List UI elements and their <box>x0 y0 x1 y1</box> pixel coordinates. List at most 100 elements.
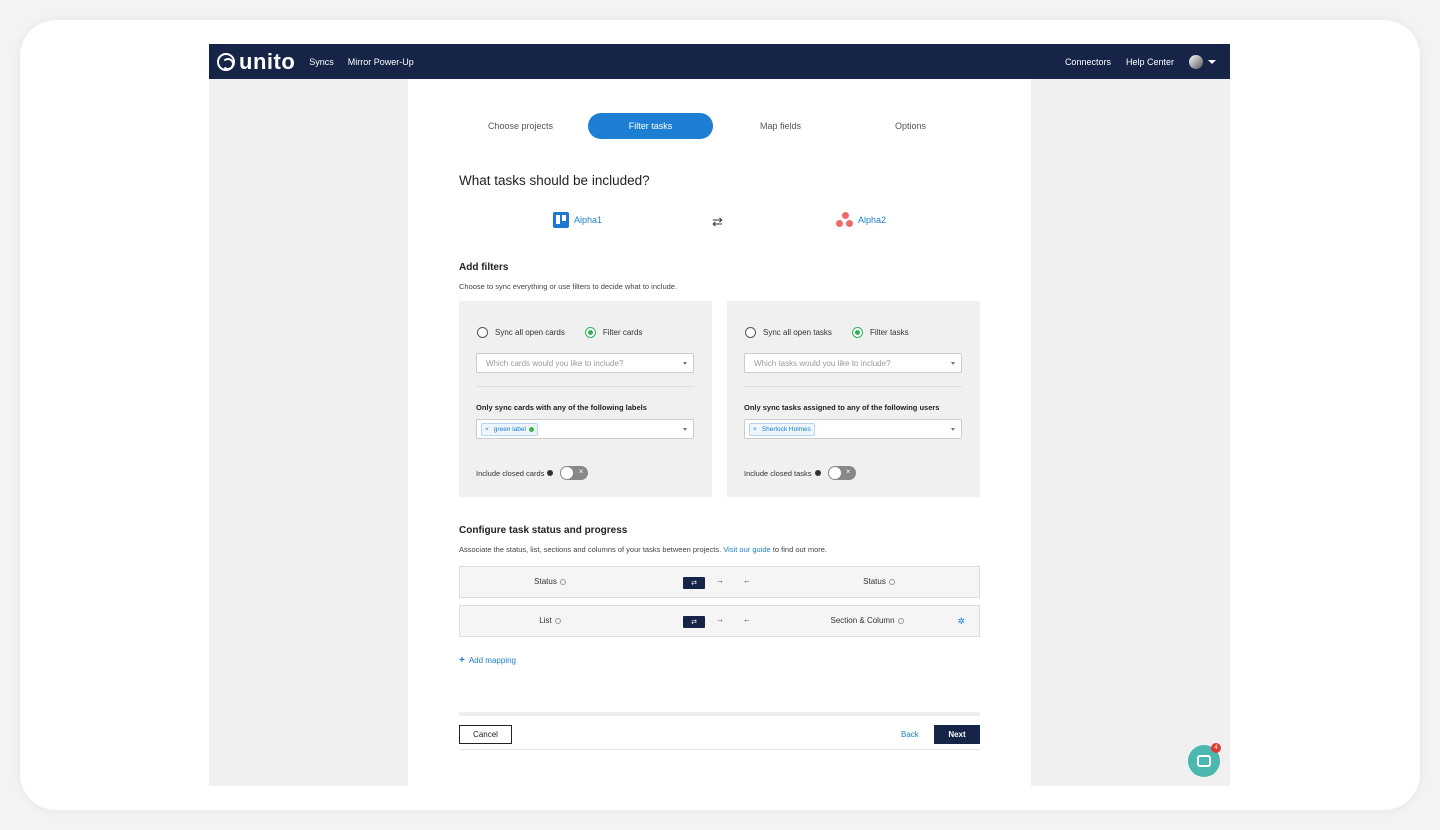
radio-filter-tasks[interactable] <box>851 327 863 338</box>
step-map-fields[interactable]: Map fields <box>718 113 843 139</box>
nav-mirror-power-up[interactable]: Mirror Power-Up <box>348 57 414 67</box>
footer-bottom-divider <box>459 749 980 750</box>
sync-arrows-icon: ⇄ <box>712 214 723 229</box>
help-icon[interactable] <box>559 578 566 585</box>
label-chip-text: green label <box>493 425 526 433</box>
asana-icon <box>836 212 854 228</box>
chat-icon <box>1197 755 1211 767</box>
chevron-down-icon <box>683 362 687 365</box>
help-icon[interactable] <box>814 470 821 476</box>
mapping-row-status: Status ⇄ → ← Status <box>459 566 980 598</box>
remove-icon[interactable]: × <box>485 426 489 433</box>
arrow-left-icon: ← <box>743 576 751 585</box>
logo-text: unito <box>239 48 296 74</box>
include-closed-tasks-toggle[interactable]: × <box>827 466 856 480</box>
add-filters-heading: Add filters <box>459 262 509 273</box>
radio-filter-cards-label: Filter cards <box>602 328 643 337</box>
main-content: Choose projects Filter tasks Map fields … <box>408 79 1031 786</box>
divider <box>744 386 962 387</box>
users-filter-label: Only sync tasks assigned to any of the f… <box>744 403 940 412</box>
step-choose-projects[interactable]: Choose projects <box>458 113 583 139</box>
app: unito Syncs Mirror Power-Up Connectors H… <box>209 44 1230 786</box>
radio-filter-tasks-label: Filter tasks <box>869 328 909 337</box>
include-closed-cards-label: Include closed cards <box>476 468 545 478</box>
chevron-down-icon <box>951 362 955 365</box>
project-pair: Alpha1 ⇄ Alpha2 <box>459 212 979 232</box>
radio-filter-cards[interactable] <box>584 327 596 338</box>
add-mapping-link[interactable]: + Add mapping <box>459 655 516 666</box>
mapping-left-field: List <box>460 616 640 625</box>
notification-badge: 4 <box>1211 743 1221 753</box>
radio-sync-all-tasks[interactable] <box>745 327 756 338</box>
chat-launcher-button[interactable]: 4 <box>1188 743 1221 777</box>
label-chip[interactable]: × green label <box>481 422 538 436</box>
users-select[interactable]: × Sherlock Holmes <box>744 419 962 439</box>
nav-right: Connectors Help Center <box>1065 54 1216 69</box>
unito-logo[interactable]: unito <box>217 49 295 75</box>
help-icon[interactable] <box>888 578 895 585</box>
chevron-down-icon[interactable] <box>1208 59 1216 64</box>
project-right[interactable]: Alpha2 <box>836 212 886 228</box>
arrow-left-icon: ← <box>743 615 751 624</box>
help-icon[interactable] <box>547 470 554 476</box>
radio-sync-all-tasks-label: Sync all open tasks <box>763 328 832 337</box>
trello-icon <box>553 212 569 228</box>
tasks-filter-select[interactable]: Which tasks would you like to include? <box>744 353 962 373</box>
step-filter-tasks[interactable]: Filter tasks <box>588 113 713 139</box>
divider <box>476 386 694 387</box>
avatar[interactable] <box>1189 54 1203 69</box>
include-closed-tasks-row: Include closed tasks × <box>744 466 856 480</box>
help-icon[interactable] <box>897 617 904 624</box>
stepper: Choose projects Filter tasks Map fields … <box>458 113 978 139</box>
radio-sync-all-cards-label: Sync all open cards <box>495 328 565 337</box>
tasks-filter-placeholder: Which tasks would you like to include? <box>754 358 891 368</box>
user-chip[interactable]: × Sherlock Holmes <box>749 422 815 436</box>
nav-syncs[interactable]: Syncs <box>309 57 334 67</box>
cancel-button[interactable]: Cancel <box>459 725 512 744</box>
chevron-down-icon <box>951 428 955 431</box>
mapping-row-list: List ⇄ → ← Section & Column ✲ <box>459 605 980 637</box>
include-closed-cards-toggle[interactable]: × <box>560 466 589 480</box>
top-navbar: unito Syncs Mirror Power-Up Connectors H… <box>209 44 1230 79</box>
unito-logo-icon <box>217 52 235 71</box>
nav-help-center[interactable]: Help Center <box>1126 57 1174 67</box>
include-closed-cards-row: Include closed cards × <box>476 466 589 480</box>
cards-filter-placeholder: Which cards would you like to include? <box>486 358 624 368</box>
labels-select[interactable]: × green label <box>476 419 694 439</box>
nav-connectors[interactable]: Connectors <box>1065 57 1111 67</box>
next-button[interactable]: Next <box>934 725 980 744</box>
help-icon[interactable] <box>554 617 561 624</box>
user-chip-text: Sherlock Holmes <box>761 425 811 433</box>
plus-icon: + <box>459 655 465 666</box>
project-right-name: Alpha2 <box>858 215 887 225</box>
sync-direction-button[interactable]: ⇄ <box>683 577 705 589</box>
remove-icon[interactable]: × <box>753 426 757 433</box>
project-left-name: Alpha1 <box>574 215 603 225</box>
add-filters-description: Choose to sync everything or use filters… <box>459 282 678 291</box>
gear-icon[interactable]: ✲ <box>957 616 965 627</box>
chevron-down-icon <box>683 428 687 431</box>
include-closed-tasks-label: Include closed tasks <box>744 468 812 478</box>
visit-guide-link[interactable]: Visit our guide <box>723 545 770 554</box>
labels-filter-label: Only sync cards with any of the followin… <box>476 403 647 412</box>
radio-group-left: Sync all open cards Filter cards <box>477 327 642 338</box>
mapping-right-field: Section & Column <box>777 616 957 625</box>
sync-direction-button[interactable]: ⇄ <box>683 616 705 628</box>
green-dot-icon <box>528 426 534 432</box>
mapping-right-field: Status <box>789 577 969 586</box>
radio-sync-all-cards[interactable] <box>477 327 488 338</box>
arrow-right-icon: → <box>716 615 724 624</box>
radio-group-right: Sync all open tasks Filter tasks <box>745 327 909 338</box>
page-title: What tasks should be included? <box>459 173 650 188</box>
arrow-right-icon: → <box>716 576 724 585</box>
footer-divider <box>459 712 980 716</box>
filter-panel-left: Sync all open cards Filter cards Which c… <box>459 301 712 497</box>
configure-heading: Configure task status and progress <box>459 525 628 536</box>
add-mapping-label: Add mapping <box>468 656 516 665</box>
project-left[interactable]: Alpha1 <box>553 212 602 228</box>
step-options[interactable]: Options <box>848 113 973 139</box>
cards-filter-select[interactable]: Which cards would you like to include? <box>476 353 694 373</box>
configure-description: Associate the status, list, sections and… <box>459 545 828 554</box>
back-button[interactable]: Back <box>901 730 919 739</box>
mapping-left-field: Status <box>460 577 640 586</box>
